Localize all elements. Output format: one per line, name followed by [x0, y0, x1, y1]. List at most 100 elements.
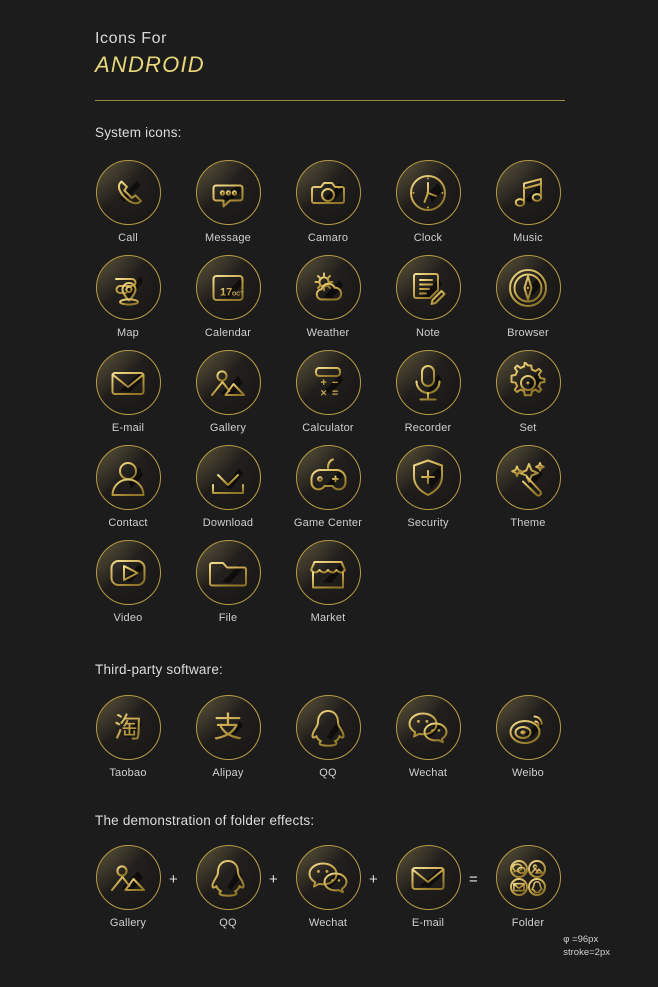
- icon-row: Gallery + QQ + Wechat + E-mail = Folder: [0, 845, 658, 940]
- calculator-icon-circle[interactable]: + − × =: [295, 350, 361, 415]
- weibo-eye-icon-circle[interactable]: [495, 695, 561, 760]
- icon-tile-folder[interactable]: Folder: [478, 845, 578, 940]
- section-heading-system: System icons:: [95, 125, 182, 140]
- picture-mountain-icon-circle[interactable]: [95, 845, 161, 910]
- shield-plus-icon-circle[interactable]: [395, 445, 461, 510]
- icon-tile-map[interactable]: Map: [78, 255, 178, 350]
- icon-label: Wechat: [408, 767, 448, 779]
- qq-penguin-icon: [311, 709, 345, 747]
- microphone-icon-circle[interactable]: [395, 350, 461, 415]
- icon-row: 淘 Taobao 支 Alipay QQ Wechat Weibo: [0, 695, 658, 790]
- icon-label: Map: [117, 327, 139, 339]
- chat-bubble-icon: [212, 182, 244, 207]
- map-pin-icon-circle[interactable]: [95, 255, 161, 320]
- download-arrow-icon-circle[interactable]: [195, 445, 261, 510]
- storefront-icon-circle[interactable]: [295, 540, 361, 605]
- icon-label: Weibo: [512, 767, 544, 779]
- music-note-icon-circle[interactable]: [495, 160, 561, 225]
- envelope-icon-circle[interactable]: [395, 845, 461, 910]
- alipay-icon-circle[interactable]: 支: [195, 695, 261, 760]
- qq-penguin-icon-circle[interactable]: [195, 845, 261, 910]
- icon-tile-calendar[interactable]: 17 OCT Calendar: [178, 255, 278, 350]
- icon-tile-call[interactable]: Call: [78, 160, 178, 255]
- icon-tile-security[interactable]: Security: [378, 445, 478, 540]
- icon-tile-weather[interactable]: Weather: [278, 255, 378, 350]
- icon-label: Calendar: [204, 327, 252, 339]
- icon-tile-market[interactable]: Market: [278, 540, 378, 635]
- icon-tile-set[interactable]: Set: [478, 350, 578, 445]
- person-icon-circle[interactable]: [95, 445, 161, 510]
- sun-cloud-icon-circle[interactable]: [295, 255, 361, 320]
- camera-icon-circle[interactable]: [295, 160, 361, 225]
- icon-tile-alipay[interactable]: 支 Alipay: [178, 695, 278, 790]
- calendar-icon-circle[interactable]: 17 OCT: [195, 255, 261, 320]
- icon-tile-calculator[interactable]: + − × = Calculator: [278, 350, 378, 445]
- icon-tile-weibo[interactable]: Weibo: [478, 695, 578, 790]
- microphone-icon: [415, 364, 442, 400]
- icon-tile-e-mail[interactable]: E-mail: [378, 845, 478, 940]
- icon-tile-theme[interactable]: Theme: [478, 445, 578, 540]
- icon-label: Set: [519, 422, 537, 434]
- alipay-icon: 支: [213, 710, 243, 744]
- icon-tile-video[interactable]: Video: [78, 540, 178, 635]
- icon-label: Gallery: [109, 917, 147, 929]
- icon-label: Gallery: [209, 422, 247, 434]
- icon-tile-qq[interactable]: QQ: [278, 695, 378, 790]
- icon-tile-qq[interactable]: QQ: [178, 845, 278, 940]
- icon-tile-wechat[interactable]: Wechat: [378, 695, 478, 790]
- icon-tile-music[interactable]: Music: [478, 160, 578, 255]
- magic-wand-sparkle-icon-circle[interactable]: [495, 445, 561, 510]
- icon-tile-recorder[interactable]: Recorder: [378, 350, 478, 445]
- icon-label: Game Center: [293, 517, 363, 529]
- folder-icon-circle[interactable]: [195, 540, 261, 605]
- icon-label: Video: [113, 612, 143, 624]
- icon-tile-wechat[interactable]: Wechat: [278, 845, 378, 940]
- gamepad-icon-circle[interactable]: [295, 445, 361, 510]
- qq-penguin-icon-circle[interactable]: [295, 695, 361, 760]
- icon-tile-file[interactable]: File: [178, 540, 278, 635]
- folder-group-icon-circle[interactable]: [495, 845, 561, 910]
- icon-tile-camaro[interactable]: Camaro: [278, 160, 378, 255]
- icon-row: Contact Download Game Center Security Th…: [0, 445, 658, 540]
- icon-label: Calculator: [302, 422, 354, 434]
- icon-label: Theme: [510, 517, 546, 529]
- compass-icon: [509, 268, 547, 307]
- operator-symbol: +: [369, 871, 378, 888]
- weibo-eye-icon: [509, 715, 543, 744]
- icon-tile-clock[interactable]: Clock: [378, 160, 478, 255]
- icon-tile-contact[interactable]: Contact: [78, 445, 178, 540]
- envelope-icon-circle[interactable]: [95, 350, 161, 415]
- taobao-icon: 淘: [114, 711, 142, 744]
- folder-group-icon: [510, 859, 546, 896]
- chat-bubble-icon-circle[interactable]: [195, 160, 261, 225]
- play-button-icon-circle[interactable]: [95, 540, 161, 605]
- icon-label: Security: [407, 517, 449, 529]
- icon-tile-message[interactable]: Message: [178, 160, 278, 255]
- icon-tile-game-center[interactable]: Game Center: [278, 445, 378, 540]
- clock-icon: [410, 174, 446, 211]
- clock-icon-circle[interactable]: [395, 160, 461, 225]
- note-pencil-icon-circle[interactable]: [395, 255, 461, 320]
- phone-icon-circle[interactable]: [95, 160, 161, 225]
- icon-tile-gallery[interactable]: Gallery: [178, 350, 278, 445]
- icon-tile-gallery[interactable]: Gallery: [78, 845, 178, 940]
- icon-label: Recorder: [404, 422, 452, 434]
- wechat-bubbles-icon-circle[interactable]: [295, 845, 361, 910]
- gear-icon-circle[interactable]: [495, 350, 561, 415]
- taobao-icon-circle[interactable]: 淘: [95, 695, 161, 760]
- picture-mountain-icon-circle[interactable]: [195, 350, 261, 415]
- section-heading-third-party: Third-party software:: [95, 662, 223, 677]
- icon-tile-note[interactable]: Note: [378, 255, 478, 350]
- note-pencil-icon: [413, 272, 446, 305]
- compass-icon-circle[interactable]: [495, 255, 561, 320]
- icon-tile-taobao[interactable]: 淘 Taobao: [78, 695, 178, 790]
- icon-tile-e-mail[interactable]: E-mail: [78, 350, 178, 445]
- wechat-bubbles-icon-circle[interactable]: [395, 695, 461, 760]
- icon-tile-download[interactable]: Download: [178, 445, 278, 540]
- wechat-bubbles-icon: [408, 712, 448, 743]
- icon-tile-browser[interactable]: Browser: [478, 255, 578, 350]
- icon-label: Taobao: [109, 767, 147, 779]
- footnote-stroke: stroke=2px: [563, 946, 610, 958]
- gear-icon: [510, 361, 546, 396]
- map-pin-icon: [115, 275, 143, 306]
